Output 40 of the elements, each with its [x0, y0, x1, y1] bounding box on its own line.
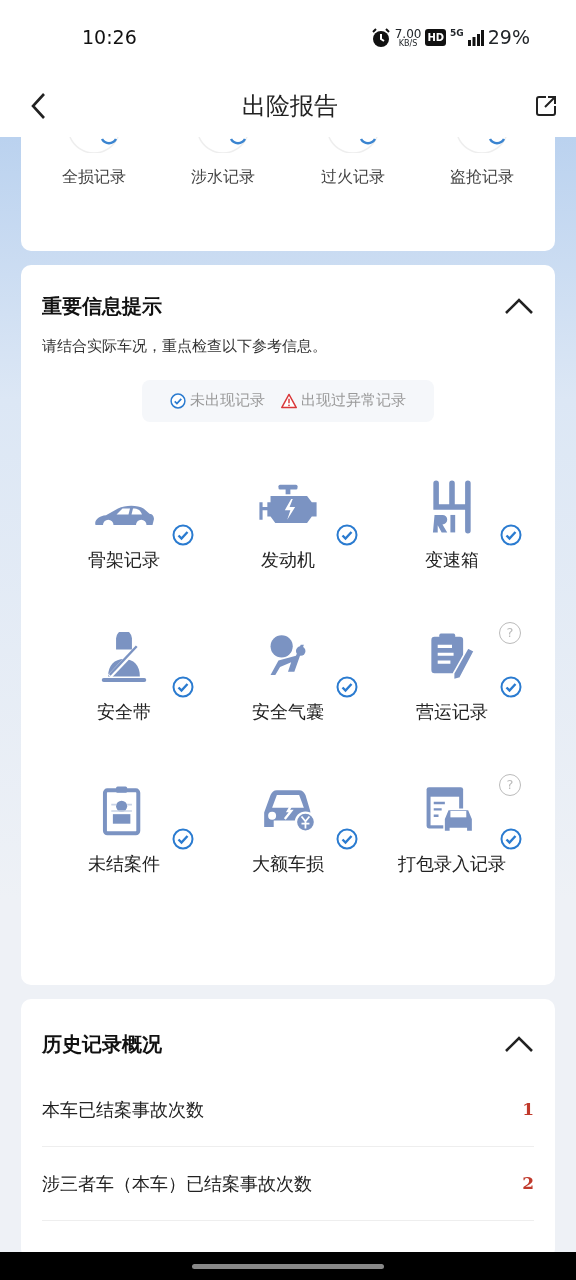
item-label: 营运记录 — [416, 699, 488, 724]
check-icon — [170, 392, 186, 409]
item-label: 大额车损 — [252, 851, 324, 876]
item-label: 骨架记录 — [88, 547, 160, 572]
item-label: 安全带 — [97, 699, 151, 724]
home-indicator[interactable] — [192, 1263, 384, 1269]
legend-label: 出现过异常记录 — [301, 390, 406, 412]
legend-label: 未出现记录 — [190, 390, 265, 412]
back-button[interactable] — [30, 92, 46, 120]
warning-icon — [281, 392, 297, 409]
hd-indicator: HD — [425, 29, 447, 46]
section-subtitle: 请结合实际车况，重点检查以下参考信息。 — [42, 336, 328, 357]
network-type: 5G — [450, 27, 464, 41]
battery-level: 29% — [487, 25, 530, 51]
status-time: 10:26 — [82, 25, 137, 51]
item-label: 打包录入记录 — [398, 851, 506, 876]
row-label: 涉三者车（本车）已结案事故次数 — [42, 1172, 312, 1196]
item-label: 安全气囊 — [252, 699, 324, 724]
share-icon — [534, 94, 558, 118]
net-unit: KB/S — [398, 39, 418, 48]
back-icon — [30, 92, 46, 120]
record-label: 过火记录 — [319, 166, 386, 188]
alarm-icon — [370, 27, 391, 48]
row-label: 本车已结案事故次数 — [42, 1098, 204, 1122]
record-label: 盗抢记录 — [449, 166, 516, 188]
share-button[interactable] — [534, 94, 558, 118]
page-title: 出险报告 — [242, 91, 338, 122]
item-label: 未结案件 — [88, 851, 160, 876]
item-label: 变速箱 — [425, 547, 479, 572]
toggle-button[interactable] — [504, 297, 534, 315]
section-title: 历史记录概况 — [42, 1031, 162, 1058]
row-count: 1 — [522, 1097, 534, 1121]
net-speed: 7.00 — [394, 27, 422, 40]
toggle-button[interactable] — [504, 1035, 534, 1053]
record-label: 全损记录 — [60, 166, 127, 188]
row-count: 2 — [522, 1171, 534, 1195]
item-label: 发动机 — [261, 547, 315, 572]
record-label: 涉水记录 — [190, 166, 257, 188]
section-title: 重要信息提示 — [42, 293, 162, 320]
signal-icon — [467, 29, 484, 46]
